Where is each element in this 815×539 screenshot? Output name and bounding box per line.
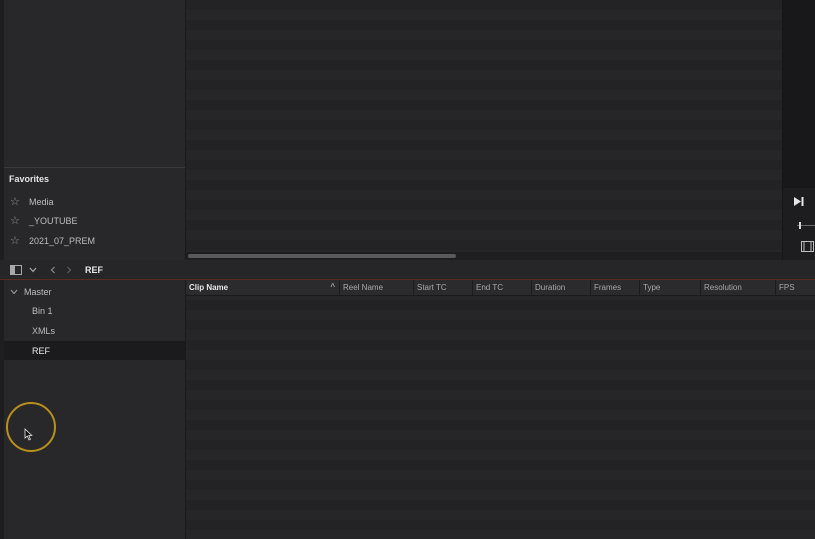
sort-ascending-icon[interactable]: ^ — [330, 282, 335, 291]
column-header-duration[interactable]: Duration — [531, 280, 590, 295]
column-header-end-tc[interactable]: End TC — [472, 280, 531, 295]
viewer-preview — [783, 0, 815, 188]
star-icon: ☆ — [10, 214, 20, 227]
scrubber-handle[interactable] — [799, 222, 801, 229]
tree-item-label: Master — [24, 286, 52, 297]
column-label: Clip Name — [189, 283, 229, 292]
table-header: Clip Name ^ Reel Name Start TC End TC Du… — [186, 280, 815, 296]
horizontal-scrollbar[interactable] — [186, 252, 782, 260]
column-header-frames[interactable]: Frames — [590, 280, 639, 295]
tree-item-xmls[interactable]: XMLs — [4, 321, 185, 340]
viewer-side-strip — [782, 0, 815, 260]
column-label: Reel Name — [343, 283, 384, 292]
tree-item-label: REF — [32, 345, 50, 356]
column-label: Start TC — [417, 283, 447, 292]
chevron-right-icon[interactable] — [64, 260, 74, 279]
tree-item-bin-1[interactable]: Bin 1 — [4, 301, 185, 320]
current-bin-title: REF — [85, 264, 103, 275]
column-label: FPS — [779, 283, 795, 292]
favorite-label: _YOUTUBE — [29, 216, 78, 226]
column-label: End TC — [476, 283, 503, 292]
tree-item-label: Bin 1 — [32, 305, 53, 316]
tree-item-master[interactable]: Master — [4, 282, 185, 301]
skip-to-end-icon[interactable] — [789, 193, 809, 209]
column-label: Resolution — [704, 283, 742, 292]
favorites-title: Favorites — [9, 174, 50, 184]
sidebar-toggle-icon[interactable] — [8, 260, 24, 279]
column-header-clip-name[interactable]: Clip Name ^ — [186, 280, 339, 295]
mouse-pointer-icon — [24, 428, 33, 446]
scrubber-slider[interactable] — [797, 222, 815, 229]
chevron-down-icon[interactable] — [10, 287, 20, 297]
column-header-resolution[interactable]: Resolution — [700, 280, 775, 295]
column-label: Type — [643, 283, 661, 292]
favorite-label: 2021_07_PREM — [29, 236, 96, 246]
star-icon: ☆ — [10, 195, 20, 208]
column-header-type[interactable]: Type — [639, 280, 700, 295]
clip-list-table: Clip Name ^ Reel Name Start TC End TC Du… — [186, 280, 815, 539]
column-header-start-tc[interactable]: Start TC — [413, 280, 472, 295]
favorite-item-youtube[interactable]: ☆ _YOUTUBE — [10, 212, 180, 230]
chevron-left-icon[interactable] — [48, 260, 58, 279]
column-label: Frames — [594, 283, 622, 292]
chevron-down-icon[interactable] — [27, 260, 39, 279]
column-header-reel-name[interactable]: Reel Name — [339, 280, 413, 295]
column-label: Duration — [535, 283, 566, 292]
favorite-item-prem[interactable]: ☆ 2021_07_PREM — [10, 232, 180, 250]
panel-edge — [0, 0, 4, 260]
scrollbar-thumb[interactable] — [188, 254, 456, 258]
favorite-item-media[interactable]: ☆ Media — [10, 193, 180, 211]
column-header-fps[interactable]: FPS — [775, 280, 815, 295]
bin-toolbar: REF — [0, 260, 815, 280]
favorite-label: Media — [29, 197, 54, 207]
tree-item-ref[interactable]: REF — [4, 341, 185, 360]
star-icon: ☆ — [10, 234, 20, 247]
favorites-panel: Favorites ☆ Media ☆ _YOUTUBE ☆ 2021_07_P… — [0, 0, 186, 260]
filmstrip-icon[interactable] — [801, 239, 814, 252]
media-viewer-area — [186, 0, 782, 260]
tree-item-label: XMLs — [32, 325, 56, 336]
favorites-divider — [4, 167, 185, 168]
